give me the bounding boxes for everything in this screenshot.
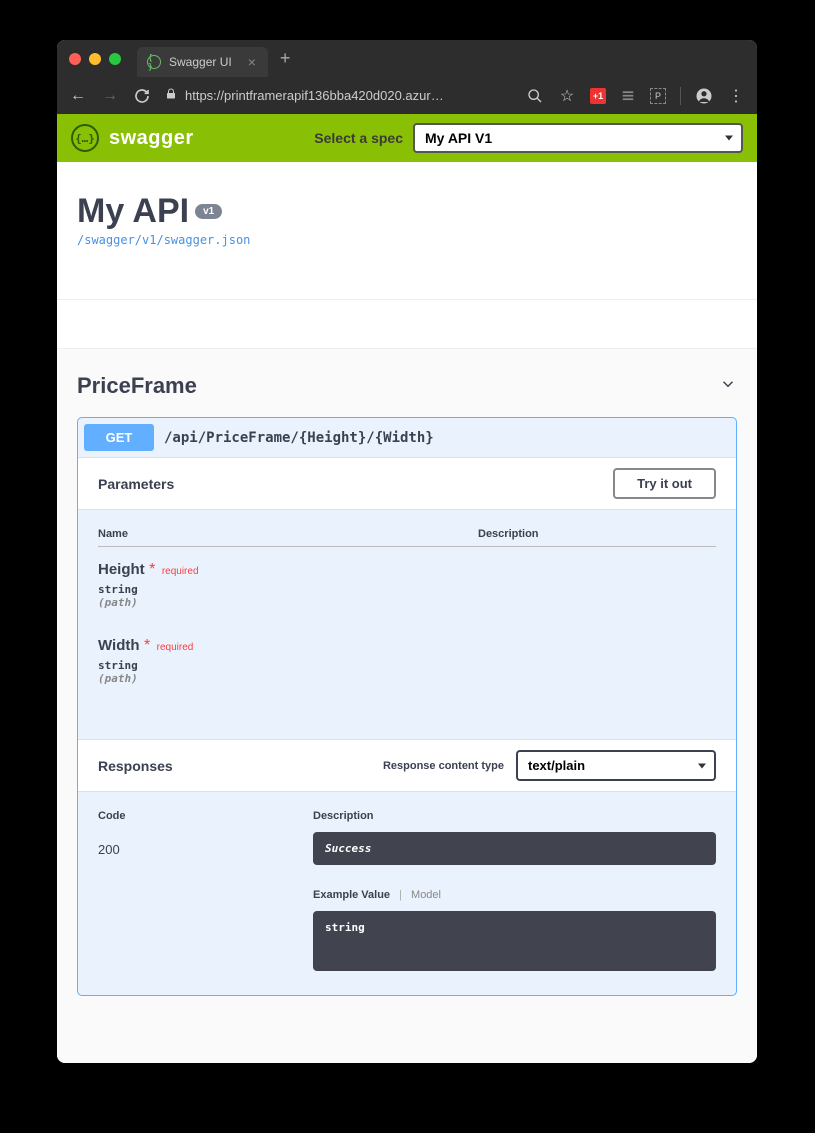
required-label: required <box>162 566 199 577</box>
page-content: {…} swagger Select a spec My API V1 My A… <box>57 114 757 1063</box>
tab-title: Swagger UI <box>169 55 232 69</box>
zoom-icon[interactable] <box>526 88 544 104</box>
swagger-json-link[interactable]: /swagger/v1/swagger.json <box>77 233 250 247</box>
tag-name: PriceFrame <box>77 373 197 399</box>
star-icon[interactable]: ☆ <box>558 86 576 106</box>
operation-block: GET /api/PriceFrame/{Height}/{Width} Par… <box>77 417 737 996</box>
swagger-logo-icon: {…} <box>71 124 99 152</box>
parameters-header: Parameters Try it out <box>78 458 736 510</box>
extension-icon-3[interactable]: P <box>650 88 666 104</box>
tag-section: PriceFrame GET /api/PriceFrame/{Height}/… <box>57 349 757 1012</box>
operation-path: /api/PriceFrame/{Height}/{Width} <box>164 430 434 446</box>
param-in: (path) <box>98 596 716 609</box>
browser-window: { } Swagger UI × + ← → https://printfram… <box>57 40 757 1063</box>
lock-icon <box>165 88 177 103</box>
reload-icon[interactable] <box>133 88 151 104</box>
rcol-code-header: Code <box>98 810 313 822</box>
param-row: Width * required string (path) <box>98 623 716 699</box>
col-name-header: Name <box>98 528 478 540</box>
swagger-logo-text: swagger <box>109 127 194 150</box>
info-section: My API v1 /swagger/v1/swagger.json <box>57 162 757 299</box>
close-tab-icon[interactable]: × <box>248 54 256 70</box>
response-content-type-select[interactable]: text/plain <box>516 750 716 781</box>
browser-right-icons: ☆ +1 P ⋮ <box>526 86 745 106</box>
spec-label: Select a spec <box>314 130 403 146</box>
col-desc-header: Description <box>478 528 716 540</box>
response-code: 200 <box>98 832 313 971</box>
spec-select[interactable]: My API V1 <box>413 123 743 153</box>
param-name: Width <box>98 637 140 654</box>
responses-body: Code Description 200 Success Example Val… <box>78 792 736 995</box>
maximize-window-button[interactable] <box>109 53 121 65</box>
divider <box>680 87 681 105</box>
address-bar: ← → https://printframerapif136bba420d020… <box>57 77 757 114</box>
response-table-header: Code Description <box>98 810 716 832</box>
rcol-desc-header: Description <box>313 810 716 822</box>
parameters-body: Name Description Height * required strin… <box>78 510 736 739</box>
close-window-button[interactable] <box>69 53 81 65</box>
tab-separator: | <box>399 889 402 901</box>
param-table-header: Name Description <box>98 528 716 547</box>
example-value-tab[interactable]: Example Value <box>313 889 390 901</box>
title-bar: { } Swagger UI × + <box>57 40 757 77</box>
required-star-icon: * <box>144 637 150 654</box>
operation-body: Parameters Try it out Name Description H… <box>78 457 736 995</box>
param-type: string <box>98 583 716 596</box>
try-it-out-button[interactable]: Try it out <box>613 468 716 499</box>
url-field[interactable]: https://printframerapif136bba420d020.azu… <box>165 88 512 103</box>
param-row: Height * required string (path) <box>98 547 716 623</box>
extension-icon-1[interactable]: +1 <box>590 88 606 104</box>
response-description: Success <box>313 832 716 865</box>
api-title-text: My API <box>77 192 189 231</box>
extension-icon-2[interactable] <box>620 88 636 104</box>
version-badge: v1 <box>195 204 222 219</box>
forward-icon[interactable]: → <box>101 87 119 105</box>
required-star-icon: * <box>149 561 155 578</box>
back-icon[interactable]: ← <box>69 87 87 105</box>
spacer <box>57 299 757 349</box>
minimize-window-button[interactable] <box>89 53 101 65</box>
example-value-box: string <box>313 911 716 971</box>
menu-icon[interactable]: ⋮ <box>727 86 745 106</box>
required-label: required <box>157 642 194 653</box>
param-in: (path) <box>98 672 716 685</box>
chevron-down-icon <box>719 375 737 398</box>
swagger-favicon-icon: { } <box>147 55 161 69</box>
traffic-lights <box>69 53 121 65</box>
responses-header: Responses Response content type text/pla… <box>78 739 736 792</box>
browser-tab[interactable]: { } Swagger UI × <box>137 47 268 77</box>
param-name: Height <box>98 561 145 578</box>
responses-title: Responses <box>98 758 173 774</box>
new-tab-button[interactable]: + <box>280 48 291 69</box>
profile-icon[interactable] <box>695 87 713 105</box>
response-description-column: Success Example Value | Model string <box>313 832 716 971</box>
response-content-type-label: Response content type <box>383 760 504 772</box>
example-tabs: Example Value | Model <box>313 889 716 901</box>
api-title: My API v1 <box>77 192 737 231</box>
model-tab[interactable]: Model <box>411 889 441 901</box>
param-type: string <box>98 659 716 672</box>
swagger-header: {…} swagger Select a spec My API V1 <box>57 114 757 162</box>
url-text: https://printframerapif136bba420d020.azu… <box>185 88 444 103</box>
parameters-title: Parameters <box>98 476 174 492</box>
method-badge: GET <box>84 424 154 451</box>
tag-header[interactable]: PriceFrame <box>77 365 737 407</box>
operation-summary[interactable]: GET /api/PriceFrame/{Height}/{Width} <box>78 418 736 457</box>
response-row: 200 Success Example Value | Model string <box>98 832 716 971</box>
